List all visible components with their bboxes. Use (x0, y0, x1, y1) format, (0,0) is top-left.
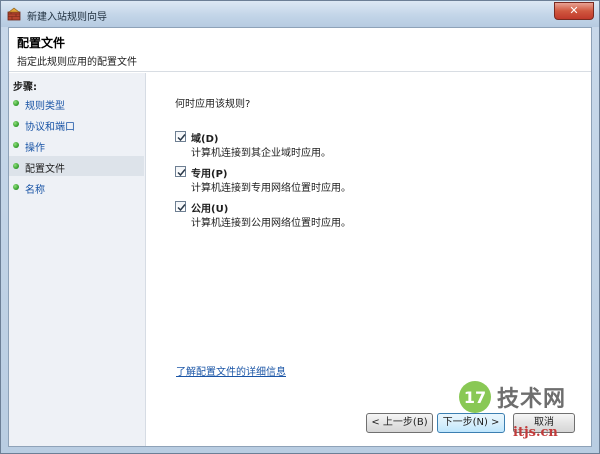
steps-sidebar: 步骤: 规则类型 协议和端口 操作 配置文件 名称 (9, 73, 146, 446)
step-bullet-icon (13, 100, 19, 106)
step-bullet-icon (13, 184, 19, 190)
step-label: 名称 (25, 185, 45, 196)
private-checkbox[interactable] (175, 166, 186, 177)
back-button[interactable]: < 上一步(B) (366, 413, 433, 433)
domain-label[interactable]: 域(D) (191, 130, 218, 145)
title-bar[interactable]: 新建入站规则向导 ✕ (1, 1, 599, 27)
svg-text:17: 17 (464, 388, 486, 407)
private-option: 专用(P) 计算机连接到专用网络位置时应用。 (175, 164, 475, 194)
window-title: 新建入站规则向导 (27, 12, 107, 23)
watermark-url: itjs.cn (513, 425, 558, 440)
public-option: 公用(U) 计算机连接到公用网络位置时应用。 (175, 199, 475, 229)
learn-more-link[interactable]: 了解配置文件的详细信息 (176, 363, 286, 378)
close-button[interactable]: ✕ (554, 2, 594, 20)
step-label: 规则类型 (25, 101, 65, 112)
step-item-rule-type[interactable]: 规则类型 (9, 93, 144, 113)
page-subtitle: 指定此规则应用的配置文件 (17, 57, 137, 68)
domain-description: 计算机连接到其企业域时应用。 (191, 148, 331, 159)
wizard-window: 新建入站规则向导 ✕ 配置文件 指定此规则应用的配置文件 步骤: 规则类型 协议… (0, 0, 600, 454)
step-label: 操作 (25, 143, 45, 154)
step-item-action[interactable]: 操作 (9, 135, 144, 155)
step-item-name[interactable]: 名称 (9, 177, 144, 197)
domain-option: 域(D) 计算机连接到其企业域时应用。 (175, 129, 475, 159)
step-item-protocol-ports[interactable]: 协议和端口 (9, 114, 144, 134)
firewall-app-icon (7, 7, 21, 21)
public-checkbox[interactable] (175, 201, 186, 212)
step-bullet-icon (13, 121, 19, 127)
steps-label: 步骤: (13, 82, 37, 93)
step-bullet-icon (13, 163, 19, 169)
checkmark-icon (177, 134, 186, 142)
domain-checkbox[interactable] (175, 131, 186, 142)
watermark-brand: 技术网 (497, 387, 567, 412)
wizard-header: 配置文件 指定此规则应用的配置文件 (9, 28, 591, 72)
watermark-logo-icon: 17 (459, 381, 491, 413)
step-label: 配置文件 (25, 164, 65, 175)
public-label[interactable]: 公用(U) (191, 200, 228, 215)
page-title: 配置文件 (17, 36, 66, 50)
question-label: 何时应用该规则? (175, 99, 251, 110)
step-item-profile[interactable]: 配置文件 (9, 156, 144, 176)
private-description: 计算机连接到专用网络位置时应用。 (191, 183, 351, 194)
checkmark-icon (177, 169, 186, 177)
public-description: 计算机连接到公用网络位置时应用。 (191, 218, 351, 229)
step-label: 协议和端口 (25, 122, 75, 133)
private-label[interactable]: 专用(P) (191, 165, 227, 180)
site-watermark: 17 技术网 itjs.cn (457, 379, 595, 451)
step-bullet-icon (13, 142, 19, 148)
close-icon: ✕ (569, 4, 579, 17)
checkmark-icon (177, 204, 186, 212)
